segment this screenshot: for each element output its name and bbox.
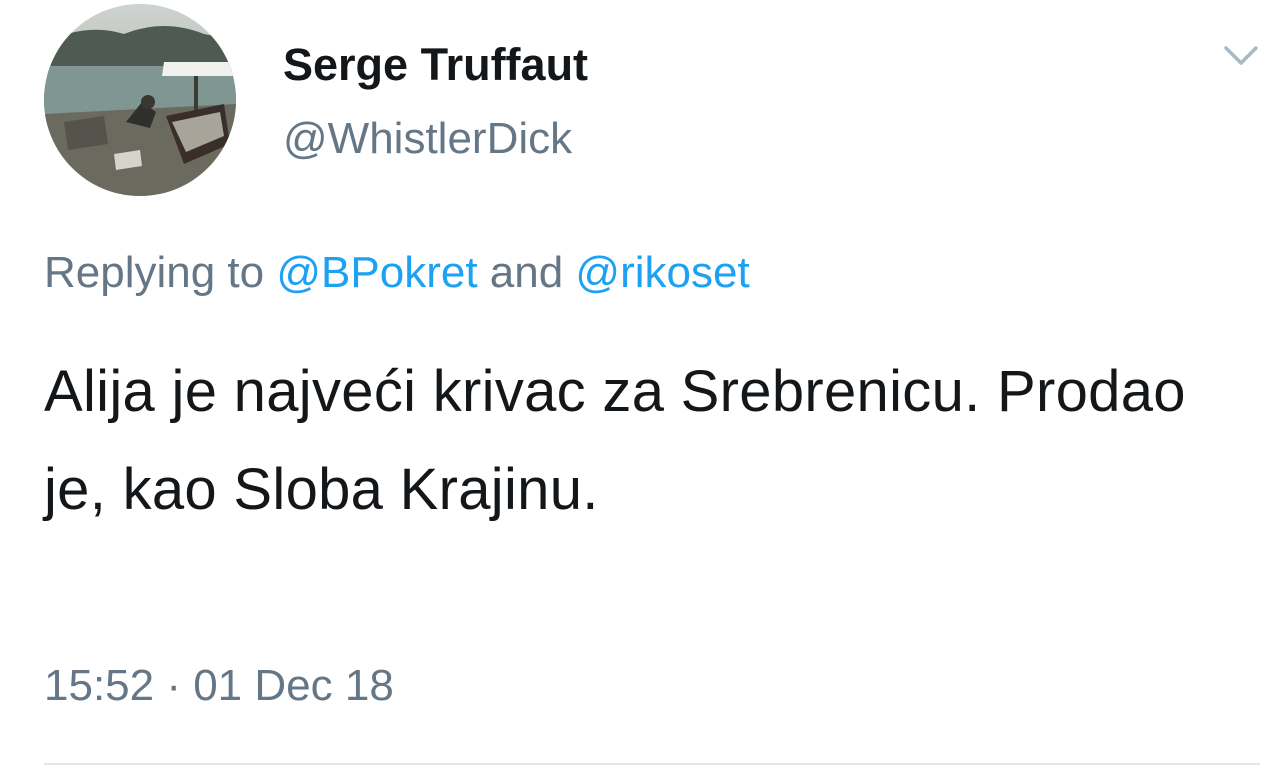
tweet-text: Alija je najveći krivac za Srebrenicu. P… [44, 359, 1186, 522]
avatar[interactable] [44, 4, 236, 196]
tweet-card: Serge Truffaut @WhistlerDick Replying to… [0, 0, 1288, 768]
tweet-timestamp[interactable]: 15:52 · 01 Dec 18 [44, 660, 394, 712]
mention-link[interactable]: @BPokret [276, 248, 477, 297]
replying-to-label: Replying to [44, 248, 277, 297]
divider [44, 763, 1260, 765]
author-display-name[interactable]: Serge Truffaut [283, 40, 588, 90]
author-handle[interactable]: @WhistlerDick [283, 114, 572, 164]
replying-to-line: Replying to @BPokret and @rikoset [44, 247, 750, 299]
replying-to-conjunction: and [477, 248, 576, 297]
chevron-down-icon[interactable] [1222, 36, 1260, 74]
mention-link[interactable]: @rikoset [575, 248, 749, 297]
